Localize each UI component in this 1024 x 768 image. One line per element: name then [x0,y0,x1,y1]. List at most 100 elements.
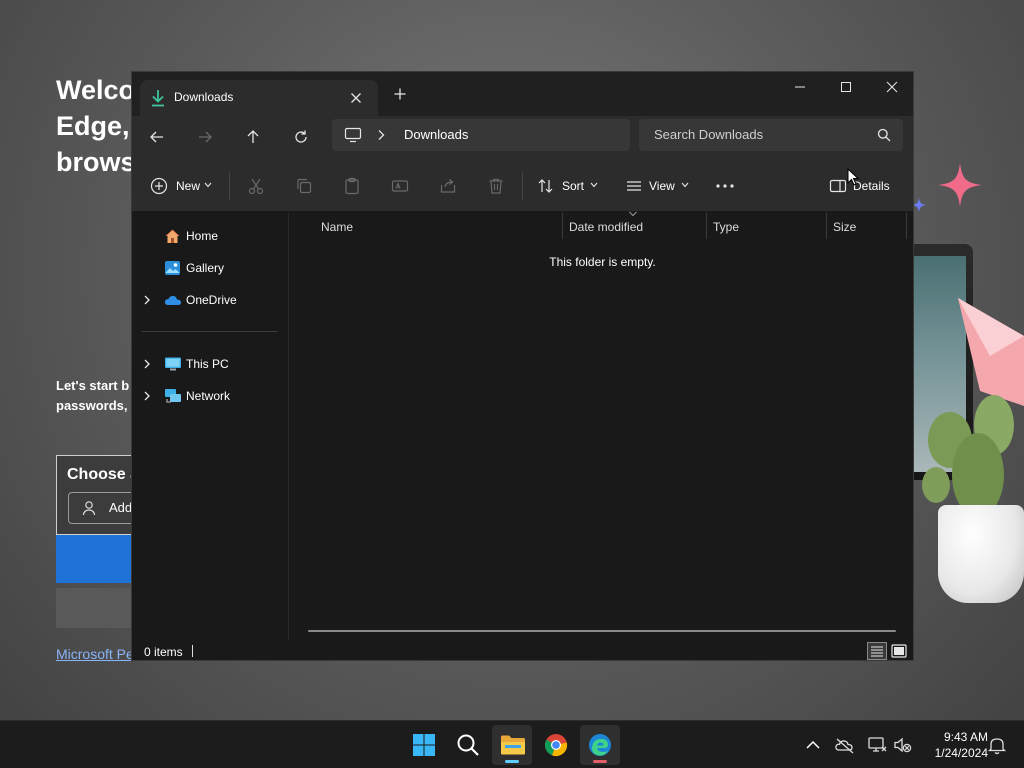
address-path: Downloads [404,127,469,142]
column-separator[interactable] [562,213,563,239]
choose-card-title: Choose a [67,466,140,483]
home-icon [165,229,180,243]
horizontal-scrollbar[interactable] [308,630,896,632]
title-bar[interactable]: Downloads [132,72,913,116]
rename-button[interactable] [391,172,411,200]
small-sparkle-icon [912,198,926,212]
close-tab-icon[interactable] [346,88,366,108]
tab-label: Downloads [174,90,234,104]
taskbar-chrome[interactable] [536,725,576,765]
paste-button[interactable] [343,172,363,200]
start-button[interactable] [404,725,444,765]
address-bar[interactable]: Downloads [332,119,630,151]
chevron-down-icon [681,182,689,188]
sidebar-item-network[interactable]: Network [132,382,289,410]
search-icon [877,128,891,142]
share-button[interactable] [439,172,459,200]
onedrive-icon [164,295,181,305]
new-tab-icon[interactable] [390,84,410,104]
minimize-icon [795,86,805,88]
privacy-link[interactable]: Microsoft Pe [56,646,136,662]
minimize-button[interactable] [777,72,823,102]
network-icon [165,389,181,403]
status-bar: 0 items [132,640,913,660]
person-icon [82,501,96,516]
sort-button[interactable]: Sort [537,172,599,200]
close-icon [886,81,898,93]
status-separator [192,645,193,657]
file-list-pane: Name Date modified Type Size This folder… [290,211,913,640]
taskbar-search-button[interactable] [448,725,488,765]
more-icon [716,184,734,188]
maximize-button[interactable] [823,72,869,102]
paper-plane-illustration [958,298,1024,406]
onedrive-tray-icon[interactable] [834,734,856,756]
column-separator[interactable] [706,213,707,239]
sidebar-item-label: Gallery [186,261,225,275]
details-view-icon[interactable] [867,642,887,660]
new-button[interactable]: New [150,172,216,200]
column-header-type[interactable]: Type [713,213,739,239]
taskbar-edge[interactable] [580,725,620,765]
running-indicator [505,760,519,763]
item-count: 0 items [144,645,183,659]
volume-muted-icon[interactable] [892,734,914,756]
up-button[interactable] [241,125,265,149]
sidebar-item-onedrive[interactable]: OneDrive [132,286,289,314]
delete-button[interactable] [487,172,507,200]
view-label: View [649,179,675,193]
taskbar-file-explorer[interactable] [492,725,532,765]
system-clock[interactable]: 9:43 AM 1/24/2024 [918,729,988,761]
sidebar-item-label: This PC [186,357,229,371]
chevron-right-icon[interactable] [143,295,151,305]
network-tray-icon[interactable] [866,734,888,756]
trash-icon [489,178,503,194]
search-icon [457,734,479,756]
close-window-button[interactable] [869,72,913,102]
column-header-size[interactable]: Size [833,213,856,239]
chevron-down-icon [590,182,598,188]
search-input[interactable]: Search Downloads [639,119,903,151]
details-pane-icon [829,179,847,193]
sort-icon [538,179,553,193]
forward-button[interactable] [193,125,217,149]
edge-icon [589,734,611,756]
column-header-date-modified[interactable]: Date modified [569,213,643,239]
sidebar-item-home[interactable]: Home [132,222,289,250]
tiles-view-icon[interactable] [889,642,909,660]
chevron-right-icon[interactable] [376,129,386,141]
chevron-up-icon[interactable] [802,734,824,756]
copy-icon [297,178,312,194]
sidebar-item-this-pc[interactable]: This PC [132,350,289,378]
sidebar-divider [142,331,278,332]
maximize-icon [841,82,851,92]
copy-button[interactable] [295,172,315,200]
scissors-icon [248,178,264,195]
view-list-icon [627,181,641,191]
details-pane-button[interactable]: Details [829,172,893,200]
chevron-right-icon[interactable] [143,359,151,369]
mouse-cursor-icon [847,168,859,186]
sidebar-item-gallery[interactable]: Gallery [132,254,289,282]
gallery-icon [165,261,180,275]
refresh-button[interactable] [289,125,313,149]
arrow-right-icon [199,131,212,143]
chevron-right-icon[interactable] [143,391,151,401]
tab-downloads[interactable]: Downloads [140,80,378,116]
back-button[interactable] [145,125,169,149]
pc-icon [165,357,181,371]
plant-pot-illustration [938,505,1024,603]
column-separator[interactable] [826,213,827,239]
more-options-button[interactable] [715,172,735,200]
welcome-heading: Welco Edge, brows [56,75,136,177]
welcome-subtitle: Let's start b passwords, [56,378,130,413]
view-button[interactable]: View [625,172,691,200]
column-header-name[interactable]: Name [321,213,353,239]
new-label: New [176,179,201,193]
column-separator[interactable] [906,213,907,239]
notification-bell-icon[interactable] [986,734,1008,756]
arrow-up-icon [247,130,259,143]
add-profile-label: Add [109,500,133,515]
cut-button[interactable] [247,172,267,200]
taskbar: 9:43 AM 1/24/2024 [0,720,1024,768]
